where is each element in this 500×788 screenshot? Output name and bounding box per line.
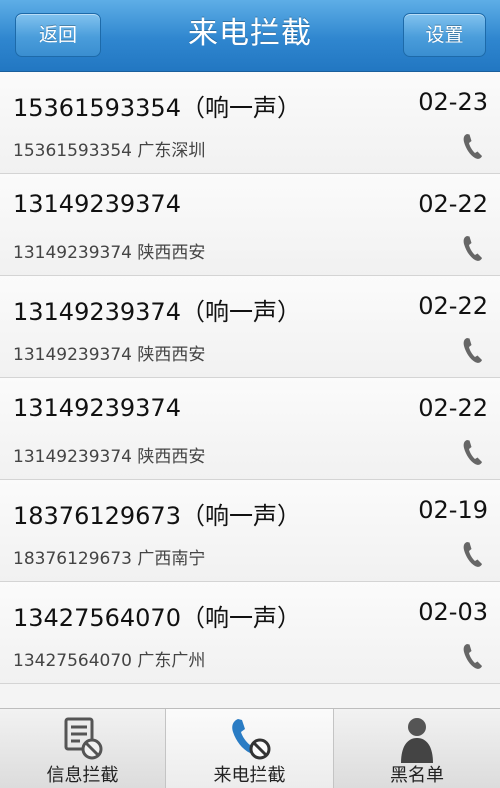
tab-blacklist[interactable]: 黑名单 [334,709,500,788]
list-item[interactable]: 13427564070（响一声） 02-03 13427564070 广东广州 [0,582,500,684]
phone-icon[interactable] [462,336,484,364]
tab-label: 信息拦截 [46,765,119,786]
caller-number: 15361593354（响一声） [13,94,301,122]
call-date: 02-22 [418,190,488,218]
call-date: 02-19 [418,496,488,524]
caller-number: 13149239374 [13,190,181,218]
phone-icon[interactable] [462,540,484,568]
tab-label: 来电拦截 [213,765,286,786]
caller-number: 18376129673（响一声） [13,502,301,530]
caller-location: 13149239374 陕西西安 [13,243,206,263]
call-date: 02-22 [418,394,488,422]
phone-icon[interactable] [462,438,484,466]
list-item[interactable]: 18376129673（响一声） 02-19 18376129673 广西南宁 [0,480,500,582]
caller-number: 13149239374 [13,394,181,422]
call-block-icon [231,719,270,760]
list-item[interactable]: 13149239374 02-22 13149239374 陕西西安 [0,174,500,276]
list-item[interactable]: 15361593354（响一声） 02-23 15361593354 广东深圳 [0,72,500,174]
caller-location: 13427564070 广东广州 [13,651,206,671]
call-date: 02-03 [418,598,488,626]
tab-call-block[interactable]: 来电拦截 [166,709,334,788]
list-item[interactable]: 13149239374 02-22 13149239374 陕西西安 [0,378,500,480]
caller-number: 13427564070（响一声） [13,604,301,632]
list-item[interactable]: 13149239374（响一声） 02-22 13149239374 陕西西安 [0,276,500,378]
caller-location: 18376129673 广西南宁 [13,549,206,569]
tab-message-block[interactable]: 信息拦截 [0,709,166,788]
call-date: 02-23 [418,88,488,116]
caller-location: 13149239374 陕西西安 [13,345,206,365]
phone-icon[interactable] [462,132,484,160]
phone-icon[interactable] [462,234,484,262]
caller-number: 13149239374（响一声） [13,298,301,326]
call-log-list: 15361593354（响一声） 02-23 15361593354 广东深圳 … [0,72,500,684]
phone-icon[interactable] [462,642,484,670]
caller-location: 15361593354 广东深圳 [13,141,206,161]
message-block-icon [64,717,102,760]
settings-button[interactable]: 设置 [403,13,486,57]
blacklist-person-icon [401,718,433,763]
caller-location: 13149239374 陕西西安 [13,447,206,467]
title-bar: 返回 来电拦截 设置 [0,0,500,72]
tab-label: 黑名单 [390,765,444,786]
call-date: 02-22 [418,292,488,320]
bottom-tab-bar: 信息拦截 来电拦截 黑名单 [0,708,500,788]
